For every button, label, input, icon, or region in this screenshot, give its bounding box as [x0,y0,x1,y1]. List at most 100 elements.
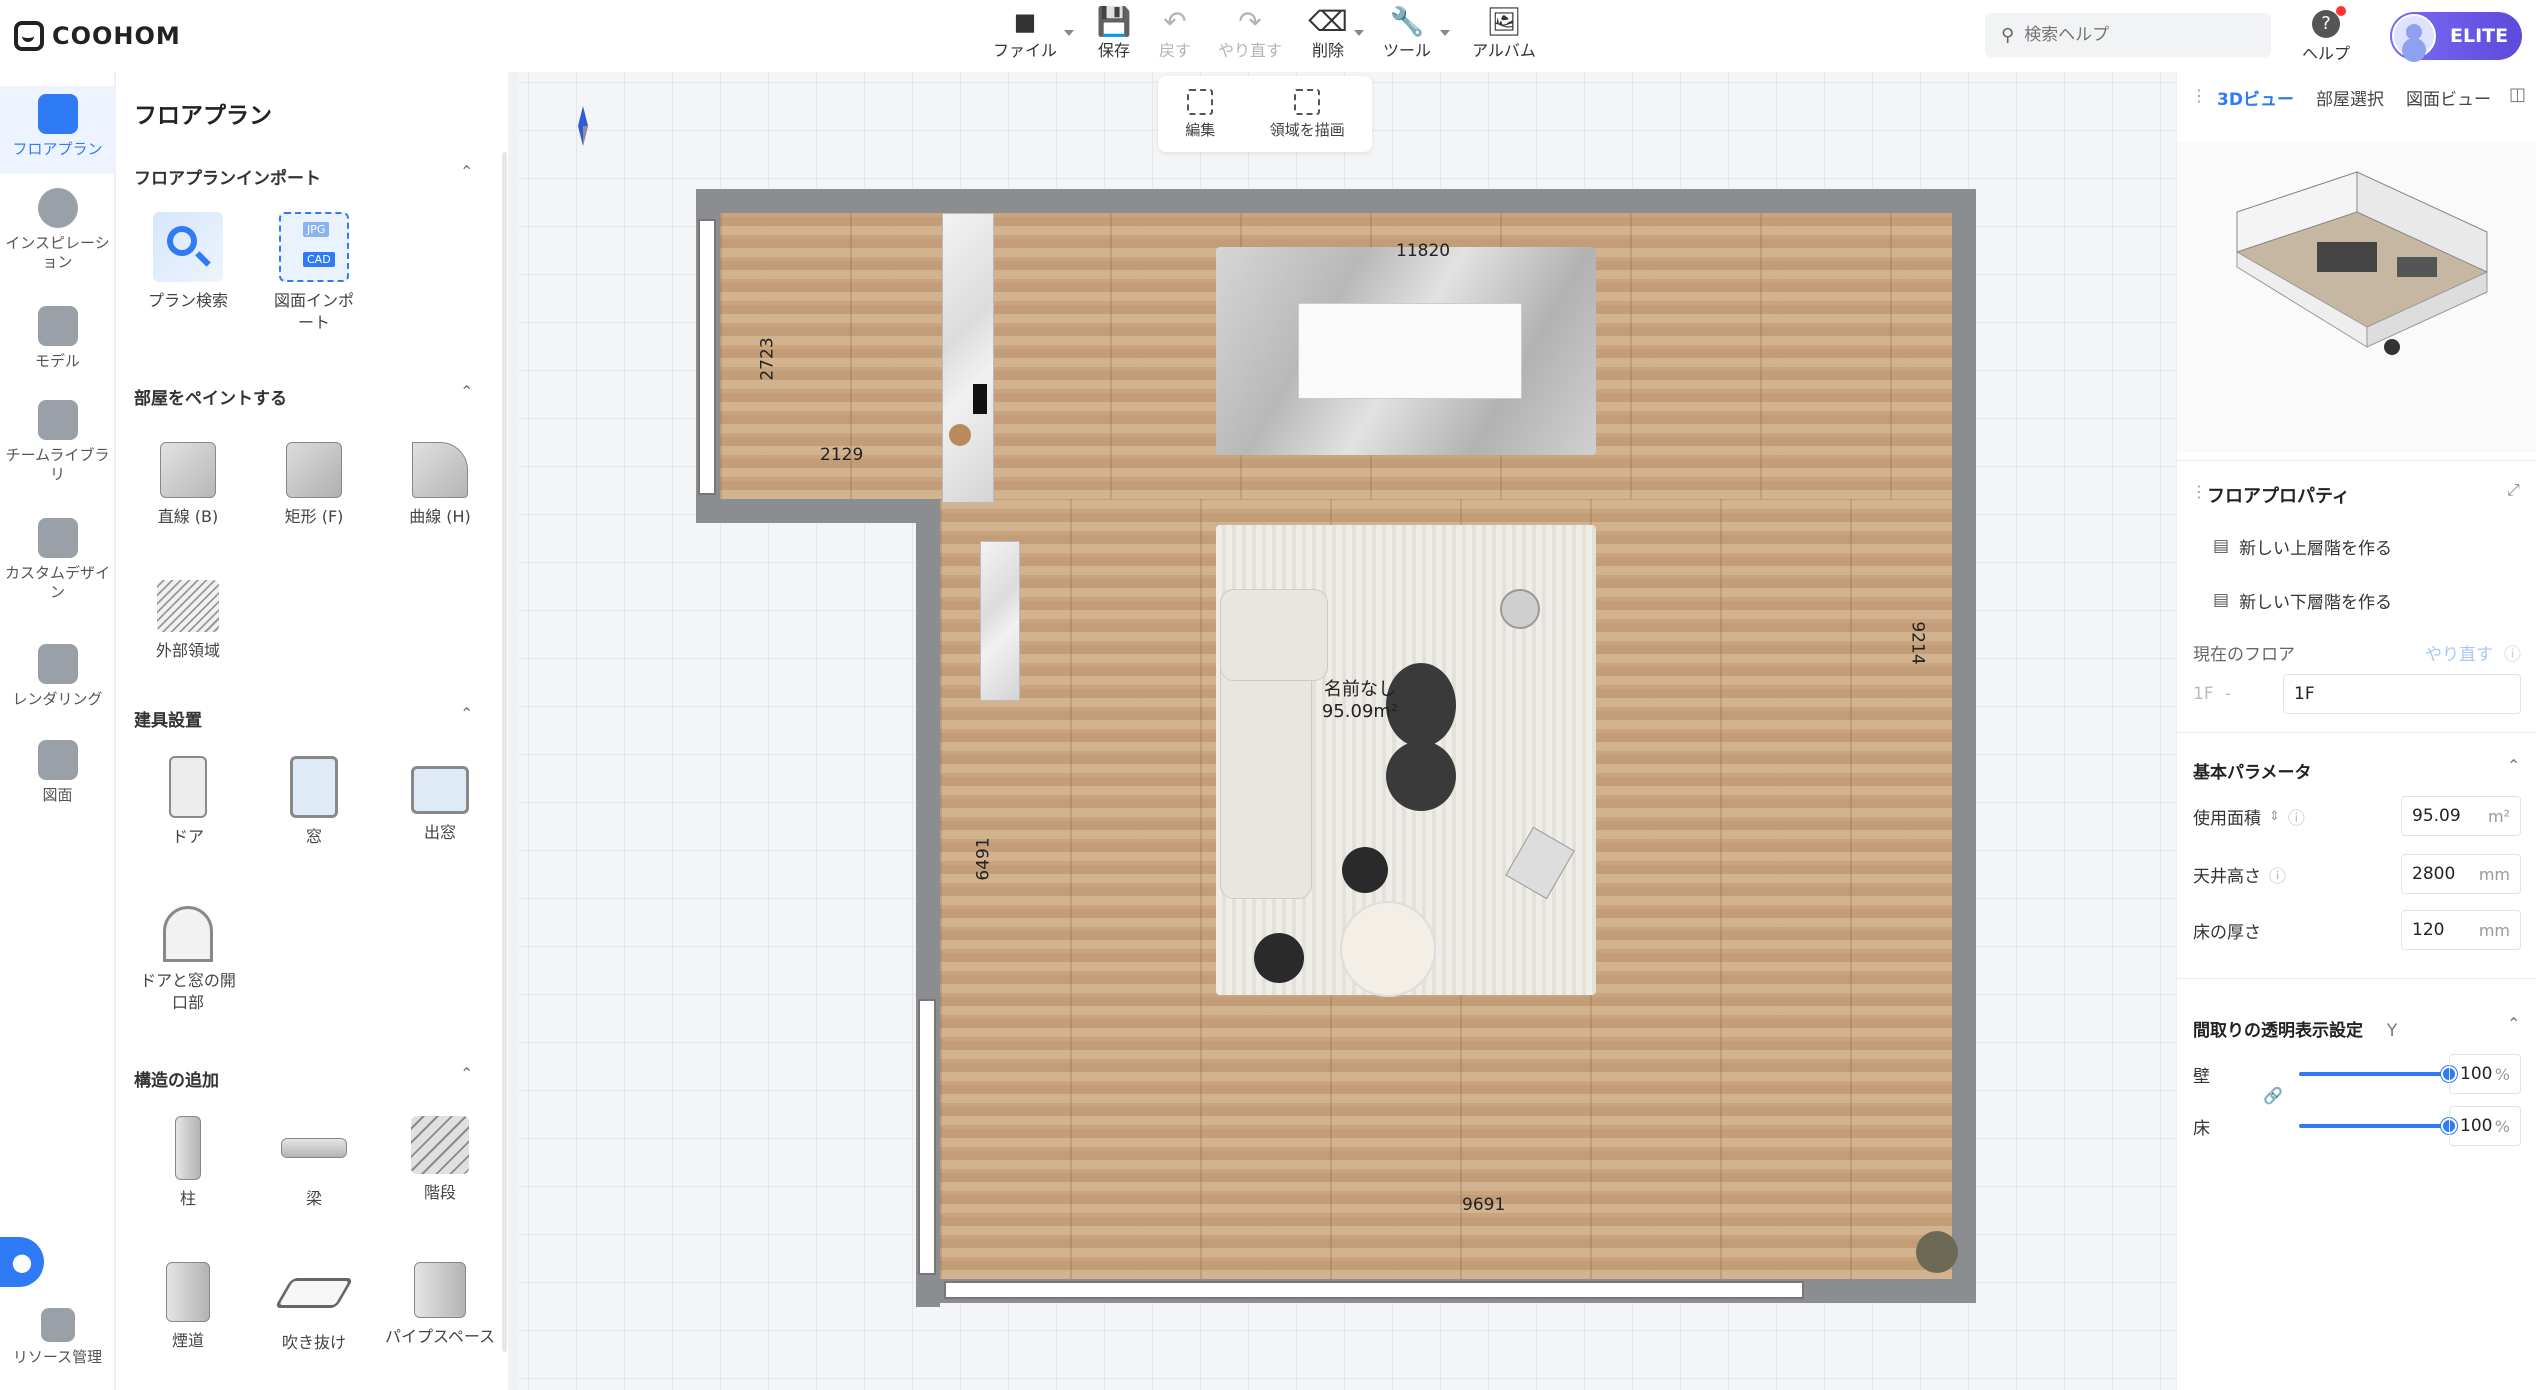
chevron-up-icon[interactable]: ⌃ [460,704,473,723]
chevron-up-icon[interactable]: ⌃ [460,1064,473,1083]
tools-menu-button[interactable]: 🔧 ツール [1380,4,1450,68]
sort-icon[interactable]: ⇕ [2269,809,2280,824]
panel-scrollbar[interactable] [502,152,507,1352]
dimension-left-lower[interactable]: 6491 [974,837,994,880]
plan-search-tool[interactable]: プラン検索 [130,212,246,312]
chevron-up-icon[interactable]: ⌃ [2507,756,2520,775]
dining-table[interactable] [1298,303,1522,399]
void-tool[interactable]: 吹き抜け [256,1262,372,1354]
pipe-space-tool[interactable]: パイプスペース [382,1262,498,1348]
wall-right[interactable] [1952,189,1976,1299]
magnifier-icon [153,212,223,282]
redo-button[interactable]: ↷ やり直す [1216,4,1284,68]
straight-wall-tool[interactable]: 直線 (B) [130,434,246,528]
beam-tool[interactable]: 梁 [256,1116,372,1210]
stairs-tool[interactable]: 階段 [382,1116,498,1204]
dimension-left-upper[interactable]: 2723 [758,337,778,380]
rail-item-resource-management[interactable]: リソース管理 [0,1308,115,1367]
undo-button[interactable]: ↶ 戻す [1155,4,1195,68]
side-table-2[interactable] [1254,933,1304,983]
dimension-ledge[interactable]: 2129 [820,445,863,465]
drawing-import-tool[interactable]: JPG CAD 図面インポート [256,212,372,334]
rail-item-rendering[interactable]: レンダリング [0,644,115,709]
add-lower-floor-button[interactable]: ▤ 新しい下層階を作る [2213,580,2536,620]
eraser-icon: ⌫ [1308,5,1348,38]
curved-wall-tool[interactable]: 曲線 (H) [382,434,498,528]
user-account-button[interactable]: ELITE [2390,12,2522,60]
tab-room-select[interactable]: 部屋選択 [2316,85,2384,110]
living-rug[interactable] [1216,525,1596,997]
coohom-logo[interactable]: COOHOM [14,18,181,54]
rail-item-floorplan[interactable]: フロアプラン [0,86,115,174]
potted-plant[interactable] [1916,1231,1958,1273]
floor-redo-link[interactable]: やり直す [2425,640,2493,665]
rail-item-models[interactable]: モデル [0,306,115,371]
expand-icon[interactable]: ⤢ [2507,480,2520,500]
draw-area-button[interactable]: 領域を描画 [1270,88,1345,140]
drag-handle-icon[interactable]: ⋮ [2191,482,2207,501]
window-left-upper[interactable] [698,219,716,495]
link-icon[interactable]: 🔗 [2263,1086,2283,1105]
bowl-icon [949,424,971,446]
add-upper-floor-button[interactable]: ▤ 新しい上層階を作る [2213,526,2536,566]
floor-transparency-input[interactable]: 100 % [2449,1106,2521,1146]
wall-top[interactable] [696,189,1976,213]
dining-rug[interactable] [1216,247,1596,455]
rail-item-drawings[interactable]: 図面 [0,740,115,805]
rectangle-room-tool[interactable]: 矩形 (F) [256,434,372,528]
section-title-import: フロアプランインポート [134,169,321,189]
flue-tool[interactable]: 煙道 [130,1262,246,1352]
help-search-input[interactable] [2024,25,2245,45]
help-button[interactable]: ? ヘルプ [2296,6,2356,66]
file-menu-button[interactable]: ◼ ファイル [992,4,1074,68]
tab-drawing-view[interactable]: 図面ビュー [2406,85,2491,110]
collapse-panel-icon[interactable]: ◫ [2509,84,2526,105]
window-bottom[interactable] [944,1281,1804,1299]
window-left-lower[interactable] [918,999,936,1275]
door-tool[interactable]: ドア [130,756,246,848]
ceiling-height-input[interactable]: 2800 mm [2401,854,2521,894]
rail-item-inspiration[interactable]: インスピレーション [0,188,115,272]
wall-ledge[interactable] [696,499,936,523]
floor-plan[interactable]: 11820 2723 2129 9214 6491 9691 名前なし 95.0… [696,189,1996,1307]
rail-item-custom-design[interactable]: カスタムデザイン [0,518,115,602]
chevron-up-icon[interactable]: ⌃ [2507,1014,2520,1033]
column-tool[interactable]: 柱 [130,1116,246,1210]
compass-icon[interactable] [576,106,590,146]
floor-transparency-slider[interactable] [2299,1118,2457,1134]
design-canvas[interactable]: 編集 領域を描画 11820 2723 2129 9214 6491 9691 … [518,72,2176,1390]
help-search-box[interactable]: ⚲ [1985,13,2271,57]
dimension-right[interactable]: 9214 [1908,621,1928,664]
tab-3d-view[interactable]: 3Dビュー [2217,85,2294,110]
drag-handle-icon[interactable]: ⋮ [2191,86,2207,105]
wall-transparency-slider[interactable] [2299,1066,2457,1082]
door-window-opening-tool[interactable]: ドアと窓の開口部 [130,906,246,1014]
wall-transparency-input[interactable]: 100 % [2449,1054,2521,1094]
floor-name-input[interactable]: 1F [2283,674,2521,714]
room-label[interactable]: 名前なし 95.09m² [1300,679,1420,723]
bay-window-tool[interactable]: 出窓 [382,756,498,844]
console-table[interactable] [980,541,1020,701]
save-button[interactable]: 💾 保存 [1094,4,1134,68]
exterior-area-tool[interactable]: 外部領域 [130,570,246,662]
floor-lamp[interactable] [1500,589,1540,629]
album-button[interactable]: 🖼 アルバム [1470,4,1538,68]
edit-button[interactable]: 編集 [1185,88,1215,140]
side-table[interactable] [1342,847,1388,893]
pouf[interactable] [1340,901,1436,997]
sofa-chaise[interactable] [1220,589,1328,681]
accent-chair[interactable] [1505,826,1575,900]
coffee-table-small[interactable] [1386,741,1456,811]
tool-label: 矩形 (F) [284,507,344,526]
3d-preview[interactable] [2177,142,2536,452]
window-tool[interactable]: 窓 [256,756,372,848]
floor-thickness-input[interactable]: 120 mm [2401,910,2521,950]
area-input[interactable]: 95.09 m² [2401,796,2521,836]
dimension-bottom[interactable]: 9691 [1462,1195,1505,1215]
chevron-up-icon[interactable]: ⌃ [460,162,473,181]
dimension-top[interactable]: 11820 [1396,241,1450,261]
delete-button[interactable]: ⌫ 削除 [1308,4,1364,68]
kitchen-counter[interactable] [942,213,994,503]
chevron-up-icon[interactable]: ⌃ [460,382,473,401]
rail-item-team-library[interactable]: チームライブラリ [0,400,115,484]
